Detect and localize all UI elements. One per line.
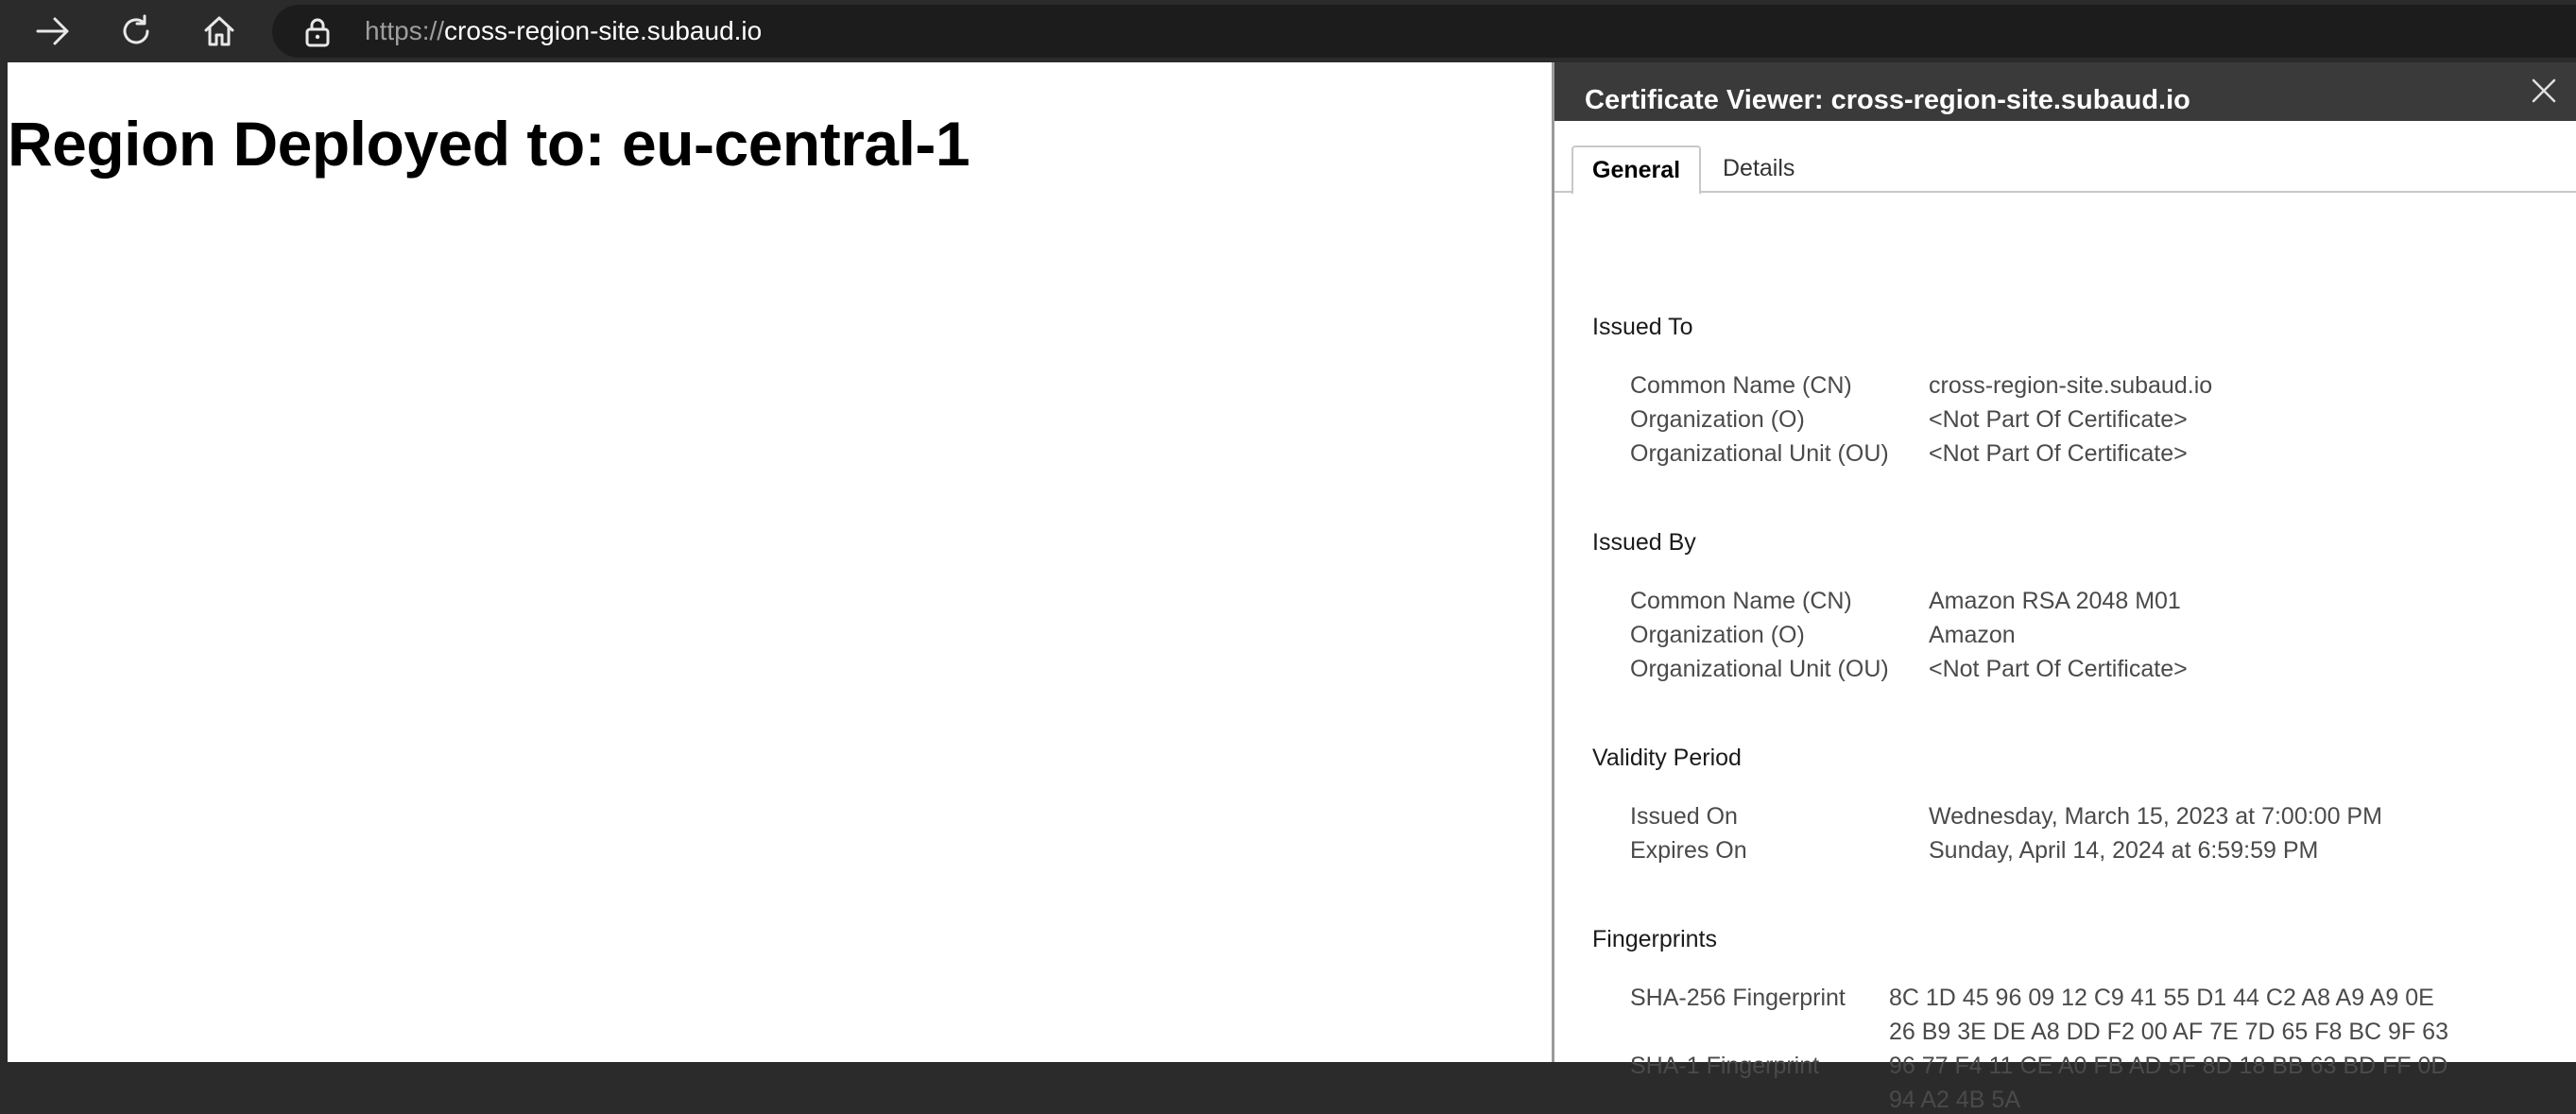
page-heading: Region Deployed to: eu-central-1 [8,109,970,179]
issued-to-cn-value: cross-region-site.subaud.io [1929,372,2213,399]
certificate-viewer-dialog: Certificate Viewer: cross-region-site.su… [1552,62,2576,1113]
issued-to-o-label: Organization (O) [1630,406,1805,433]
home-icon [204,16,234,46]
issued-by-o-label: Organization (O) [1630,622,1805,648]
close-button[interactable] [2525,72,2563,110]
browser-toolbar: https://cross-region-site.subaud.io [0,0,2576,62]
reload-icon [123,14,149,44]
tab-general[interactable]: General [1571,146,1702,195]
issued-by-ou-value: <Not Part Of Certificate> [1929,656,2188,682]
sha1-label: SHA-1 Fingerprint [1630,1053,1820,1079]
dialog-title: Certificate Viewer: cross-region-site.su… [1585,85,2190,115]
dialog-header: Certificate Viewer: cross-region-site.su… [1554,62,2576,121]
issued-by-cn-label: Common Name (CN) [1630,588,1852,614]
issued-by-o-value: Amazon [1929,622,2016,648]
home-button[interactable] [195,9,244,54]
close-icon [2532,78,2556,103]
expires-on-value: Sunday, April 14, 2024 at 6:59:59 PM [1929,837,2319,864]
arrow-right-icon [36,17,69,45]
section-validity-title: Validity Period [1592,745,1742,771]
section-issued-to-title: Issued To [1592,314,1693,340]
reload-button[interactable] [112,9,161,54]
address-bar[interactable]: https://cross-region-site.subaud.io [272,5,2576,58]
issued-to-ou-value: <Not Part Of Certificate> [1929,440,2188,467]
section-fingerprints-title: Fingerprints [1592,926,1717,952]
issued-on-label: Issued On [1630,803,1738,830]
sha1-value-line1: 96 77 F4 11 CE A0 FB AD 5F 8D 18 BB 63 B… [1889,1053,2448,1079]
url-host: cross-region-site.subaud.io [444,16,763,45]
forward-button[interactable] [28,9,77,54]
tab-bar: General Details [1554,121,2576,195]
url-text: https://cross-region-site.subaud.io [365,5,762,58]
issued-to-ou-label: Organizational Unit (OU) [1630,440,1889,467]
lock-icon[interactable] [304,17,331,47]
section-issued-by-title: Issued By [1592,529,1696,556]
expires-on-label: Expires On [1630,837,1747,864]
sha256-value-line1: 8C 1D 45 96 09 12 C9 41 55 D1 44 C2 A8 A… [1889,985,2434,1011]
issued-to-cn-label: Common Name (CN) [1630,372,1852,399]
issued-on-value: Wednesday, March 15, 2023 at 7:00:00 PM [1929,803,2382,830]
issued-by-cn-value: Amazon RSA 2048 M01 [1929,588,2181,614]
tab-details[interactable]: Details [1704,146,1813,193]
sha1-value-line2: 94 A2 4B 5A [1889,1087,2021,1113]
issued-by-ou-label: Organizational Unit (OU) [1630,656,1889,682]
sha256-value-line2: 26 B9 3E DE A8 DD F2 00 AF 7E 7D 65 F8 B… [1889,1019,2448,1045]
sha256-label: SHA-256 Fingerprint [1630,985,1846,1011]
page-content: Region Deployed to: eu-central-1 [0,62,1552,1062]
url-scheme: https:// [365,16,445,45]
issued-to-o-value: <Not Part Of Certificate> [1929,406,2188,433]
